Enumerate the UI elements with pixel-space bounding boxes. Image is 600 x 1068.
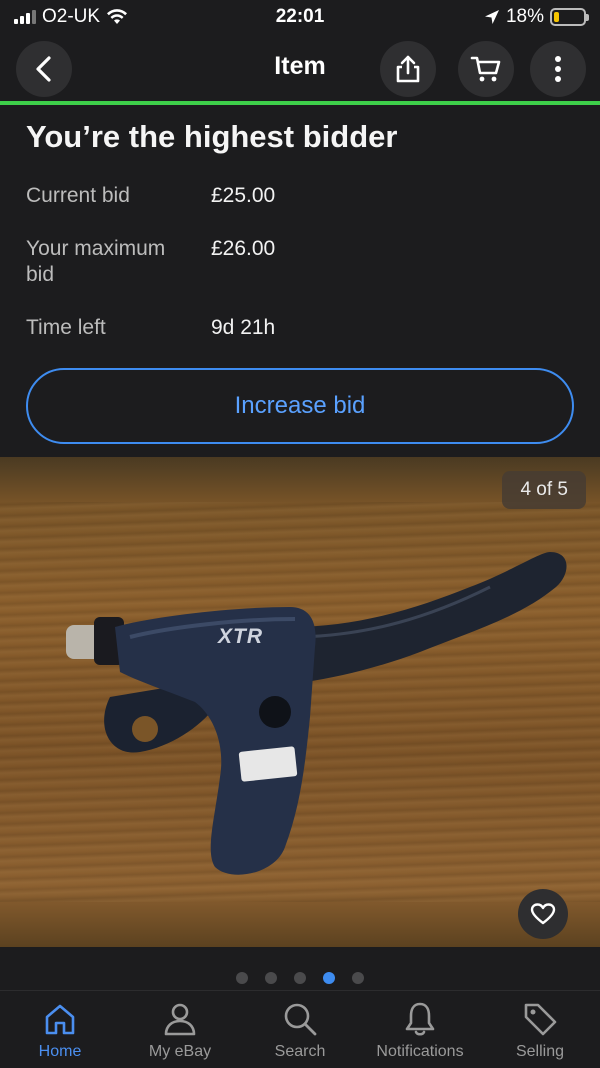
watch-button[interactable] [518,889,568,939]
search-icon [284,1003,317,1036]
current-bid-value: £25.00 [211,184,276,207]
battery-percent: 18% [505,6,544,27]
bid-status-panel: You’re the highest bidder Current bid £2… [0,105,600,457]
battery-icon [550,8,589,26]
status-bar: O2-UK 22:01 18% [0,0,600,34]
cart-button[interactable] [458,41,514,97]
bid-status-title: You’re the highest bidder [26,119,398,154]
current-bid-label: Current bid [26,184,130,207]
tab-my-ebay[interactable]: My eBay [120,991,240,1068]
tab-home[interactable]: Home [0,991,120,1068]
gallery-dot[interactable] [294,972,306,984]
max-bid-value: £26.00 [211,237,276,260]
gallery-pagination [0,972,600,984]
home-icon [45,1004,75,1035]
tab-search-label: Search [274,1043,326,1060]
wifi-icon [107,9,128,24]
signal-icon [14,10,36,24]
gallery-dot[interactable] [323,972,335,984]
share-icon [396,55,420,83]
time-left-label: Time left [26,316,106,339]
item-image-gallery[interactable]: XTR 4 of 5 [0,457,600,947]
heart-icon [530,903,556,925]
carrier-label: O2-UK [42,6,101,27]
tag-icon [524,1003,557,1036]
tab-notifications-label: Notifications [376,1043,464,1060]
brand-xtr-text: XTR [218,625,263,648]
brake-lever-image [66,552,567,875]
tab-selling-label: Selling [515,1043,565,1060]
share-button[interactable] [380,41,436,97]
user-icon [164,1003,196,1036]
image-page-indicator: 4 of 5 [502,471,586,509]
gallery-dot[interactable] [265,972,277,984]
tab-notifications[interactable]: Notifications [360,991,480,1068]
gallery-dot[interactable] [352,972,364,984]
nav-bar: Item [0,36,600,102]
more-button[interactable] [530,41,586,97]
increase-bid-button[interactable]: Increase bid [26,368,574,444]
chevron-left-icon [36,56,51,82]
max-bid-label: Your maximum bid [26,237,166,286]
bell-icon [405,1002,435,1036]
more-vertical-icon [555,56,561,82]
location-arrow-icon [484,10,499,24]
gallery-dot[interactable] [236,972,248,984]
tab-search[interactable]: Search [240,991,360,1068]
tab-selling[interactable]: Selling [480,991,600,1068]
tab-home-label: Home [38,1043,82,1060]
bottom-tab-bar: Home My eBay Search Notifications Sellin… [0,990,600,1068]
tab-my-ebay-label: My eBay [148,1043,212,1060]
time-left-value: 9d 21h [211,316,276,339]
back-button[interactable] [16,41,72,97]
cart-icon [470,56,501,82]
